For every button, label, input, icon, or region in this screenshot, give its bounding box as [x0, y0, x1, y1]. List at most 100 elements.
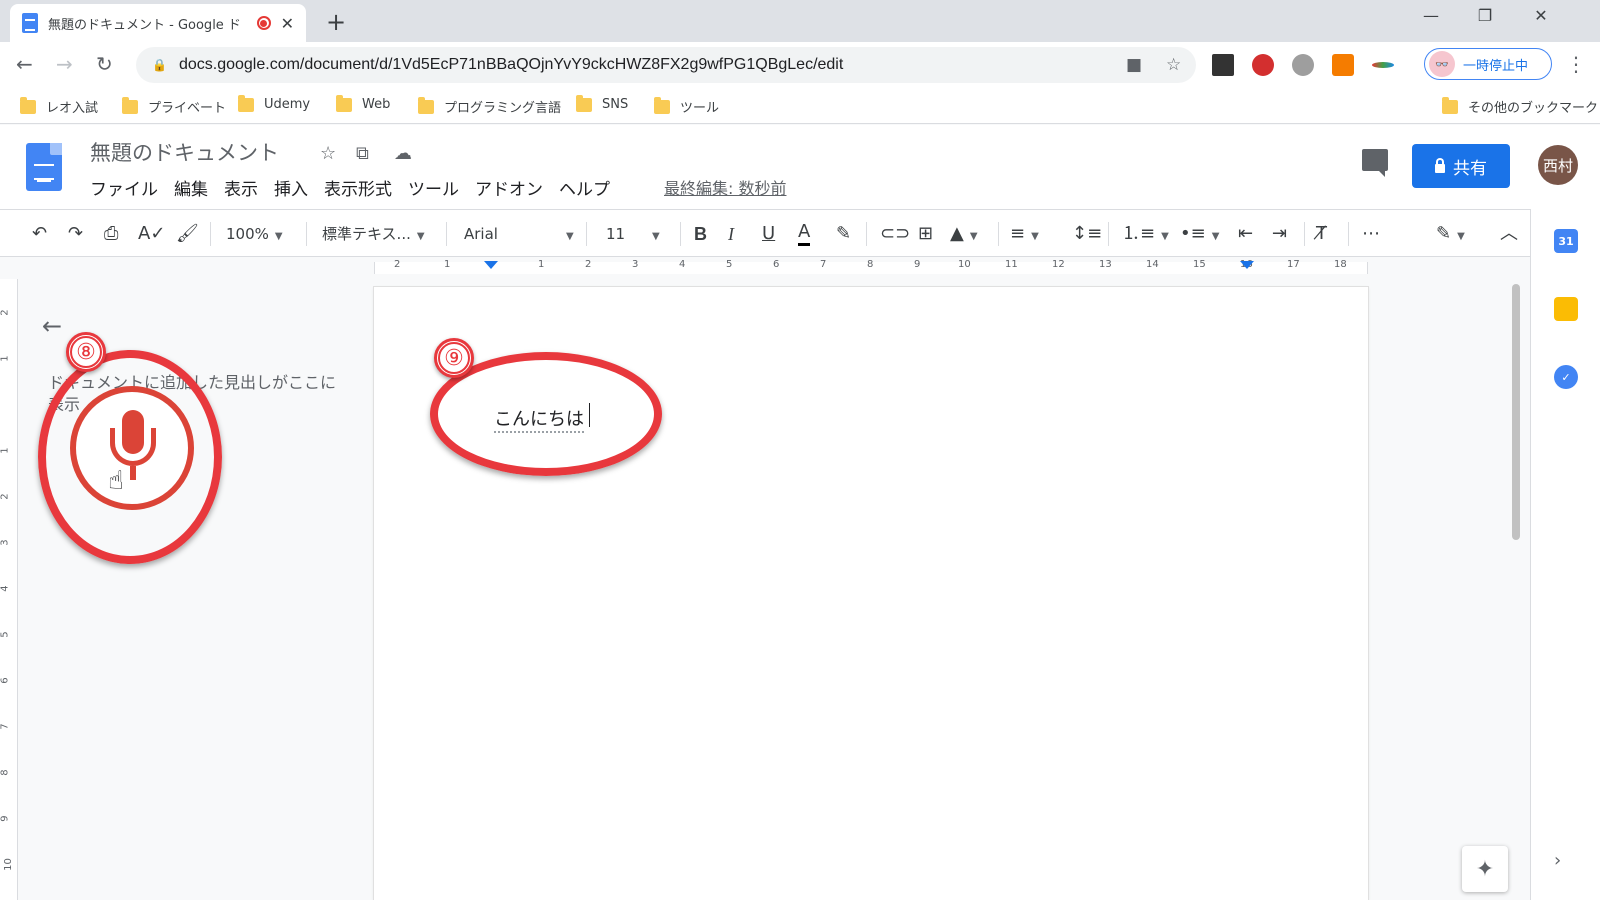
bookmark-folder[interactable]: SNS [576, 94, 628, 112]
last-edit-link[interactable]: 最終編集: 数秒前 [664, 175, 786, 199]
close-tab-icon[interactable]: ✕ [281, 14, 294, 33]
bookmark-folder[interactable]: ツール [654, 96, 719, 116]
cloud-saved-icon[interactable]: ☁ [394, 143, 412, 164]
link-icon[interactable]: ⊂⊃ [880, 222, 910, 246]
right-indent-marker[interactable] [1240, 261, 1254, 269]
address-bar[interactable]: 🔒 docs.google.com/document/d/1Vd5EcP71nB… [136, 47, 1196, 83]
folder-icon [336, 94, 352, 112]
increase-indent-icon[interactable]: ⇥ [1272, 222, 1287, 246]
ruler-mark: 10 [2, 858, 14, 871]
document-title[interactable]: 無題のドキュメント [90, 137, 279, 167]
italic-button[interactable]: I [728, 222, 734, 246]
ruler-mark: 18 [1334, 259, 1347, 270]
menu-view[interactable]: 表示 [224, 175, 258, 200]
ruler-mark: 1 [444, 259, 451, 270]
line-spacing-icon[interactable]: ↕≡ [1072, 222, 1102, 246]
spellcheck-icon[interactable]: A✓ [138, 222, 165, 246]
menu-file[interactable]: ファイル [90, 175, 158, 200]
underline-button[interactable]: U [762, 222, 775, 246]
ruler-mark: 2 [0, 309, 11, 316]
tasks-icon[interactable]: ✓ [1554, 365, 1578, 389]
bookmark-folder[interactable]: レオ入試 [20, 96, 98, 116]
tab-title: 無題のドキュメント - Google ド [48, 17, 241, 33]
insert-image-icon[interactable]: ▲ ▼ [950, 222, 978, 246]
menu-tools[interactable]: ツール [408, 175, 459, 200]
undo-icon[interactable]: ↶ [32, 222, 47, 246]
browser-tab[interactable]: 無題のドキュメント - Google ド ✕ [10, 4, 306, 42]
bookmark-folder[interactable]: Web [336, 94, 390, 112]
bookmark-star-icon[interactable]: ☆ [1166, 55, 1181, 75]
menu-format[interactable]: 表示形式 [324, 175, 392, 200]
close-outline-arrow-icon[interactable]: ← [42, 312, 62, 340]
toolbar-divider [586, 222, 587, 246]
share-button[interactable]: 共有 [1412, 144, 1510, 188]
left-indent-marker[interactable] [484, 261, 498, 269]
close-window-button[interactable]: ✕ [1526, 6, 1556, 25]
docs-logo-icon[interactable] [26, 143, 62, 191]
menu-insert[interactable]: 挿入 [274, 175, 308, 200]
clear-formatting-icon[interactable]: T̸ [1316, 222, 1327, 246]
editing-mode-icon[interactable]: ✎ ▼ [1436, 222, 1465, 246]
paint-format-icon[interactable]: 🖌 [176, 222, 199, 246]
docs-favicon-icon [22, 13, 38, 33]
bookmark-folder[interactable]: プライベート [122, 96, 226, 116]
profile-button[interactable]: 👓 一時停止中 [1424, 48, 1552, 80]
menu-help[interactable]: ヘルプ [559, 175, 610, 200]
rainbow-extension-icon[interactable] [1372, 62, 1394, 68]
minimize-window-button[interactable]: — [1416, 6, 1446, 25]
folder-icon [20, 96, 36, 114]
vertical-ruler[interactable]: 2 1 1 2 3 4 5 6 7 8 9 10 [0, 279, 18, 900]
folder-icon [238, 94, 254, 112]
add-comment-icon[interactable]: ⊞ [918, 222, 933, 246]
restore-window-button[interactable]: ❐ [1470, 6, 1500, 25]
menu-addons[interactable]: アドオン [475, 175, 543, 200]
docs-menubar: ファイル 編集 表示 挿入 表示形式 ツール アドオン ヘルプ [90, 175, 610, 200]
redo-icon[interactable]: ↷ [68, 222, 83, 246]
toolbar-divider [1348, 222, 1349, 246]
explore-button[interactable]: ✦ [1462, 846, 1508, 892]
bold-button[interactable]: B [694, 222, 707, 246]
red-extension-icon[interactable] [1252, 54, 1274, 76]
star-icon[interactable]: ☆ [320, 143, 336, 164]
account-avatar[interactable]: 西村 [1538, 145, 1578, 185]
text-color-icon[interactable]: A [798, 222, 811, 246]
document-scrollbar[interactable] [1512, 284, 1520, 540]
keep-icon[interactable] [1554, 297, 1578, 321]
font-select[interactable]: Arial ▼ [464, 222, 574, 246]
expand-side-panel-icon[interactable]: › [1554, 850, 1561, 871]
qr-extension-icon[interactable] [1212, 54, 1234, 76]
print-icon[interactable]: ⎙ [104, 222, 118, 246]
highlight-icon[interactable]: ✎ [836, 222, 851, 246]
new-tab-button[interactable]: + [326, 8, 346, 36]
collapse-menus-icon[interactable]: ︿ [1500, 222, 1518, 246]
browser-menu-icon[interactable]: ⋮ [1566, 52, 1586, 76]
bookmark-folder[interactable]: プログラミング言語 [418, 96, 561, 116]
menu-edit[interactable]: 編集 [174, 175, 208, 200]
calendar-icon[interactable]: 31 [1554, 229, 1578, 253]
more-options-icon[interactable]: ⋯ [1362, 222, 1380, 246]
chevron-down-icon: ▼ [274, 231, 283, 242]
format-toolbar: ↶ ↷ ⎙ A✓ 🖌 100% ▼ 標準テキス... ▼ Arial ▼ 11 ▼ B … [0, 209, 1530, 257]
zoom-select[interactable]: 100% ▼ [226, 222, 283, 246]
horizontal-ruler[interactable]: 2 1 1 2 3 4 5 6 7 8 9 10 11 12 13 14 15 … [0, 257, 1530, 279]
reload-icon[interactable]: ↻ [96, 52, 113, 76]
font-size-select[interactable]: 11 ▼ [606, 222, 660, 246]
move-folder-icon[interactable]: ⧉ [356, 143, 369, 164]
forward-arrow-icon[interactable]: → [56, 52, 73, 76]
comment-history-icon[interactable] [1362, 149, 1388, 177]
chart-extension-icon[interactable] [1332, 54, 1354, 76]
bulleted-list-icon[interactable]: •≡ ▼ [1180, 222, 1219, 246]
numbered-list-icon[interactable]: ⒈≡ ▼ [1122, 222, 1169, 246]
camera-icon[interactable]: ■ [1126, 55, 1142, 75]
align-icon[interactable]: ≡ ▼ [1010, 222, 1039, 246]
ruler-mark: 1 [538, 259, 545, 270]
toolbar-divider [866, 222, 867, 246]
bookmark-folder[interactable]: Udemy [238, 94, 310, 112]
bookmarks-bar: レオ入試 プライベート Udemy Web プログラミング言語 SNS ツール … [0, 88, 1600, 124]
other-bookmarks-folder[interactable]: その他のブックマーク [1442, 96, 1598, 116]
paragraph-style-select[interactable]: 標準テキス... ▼ [322, 222, 425, 246]
back-arrow-icon[interactable]: ← [16, 52, 33, 76]
skype-extension-icon[interactable] [1292, 54, 1314, 76]
ruler-mark: 6 [0, 677, 11, 684]
decrease-indent-icon[interactable]: ⇤ [1238, 222, 1253, 246]
